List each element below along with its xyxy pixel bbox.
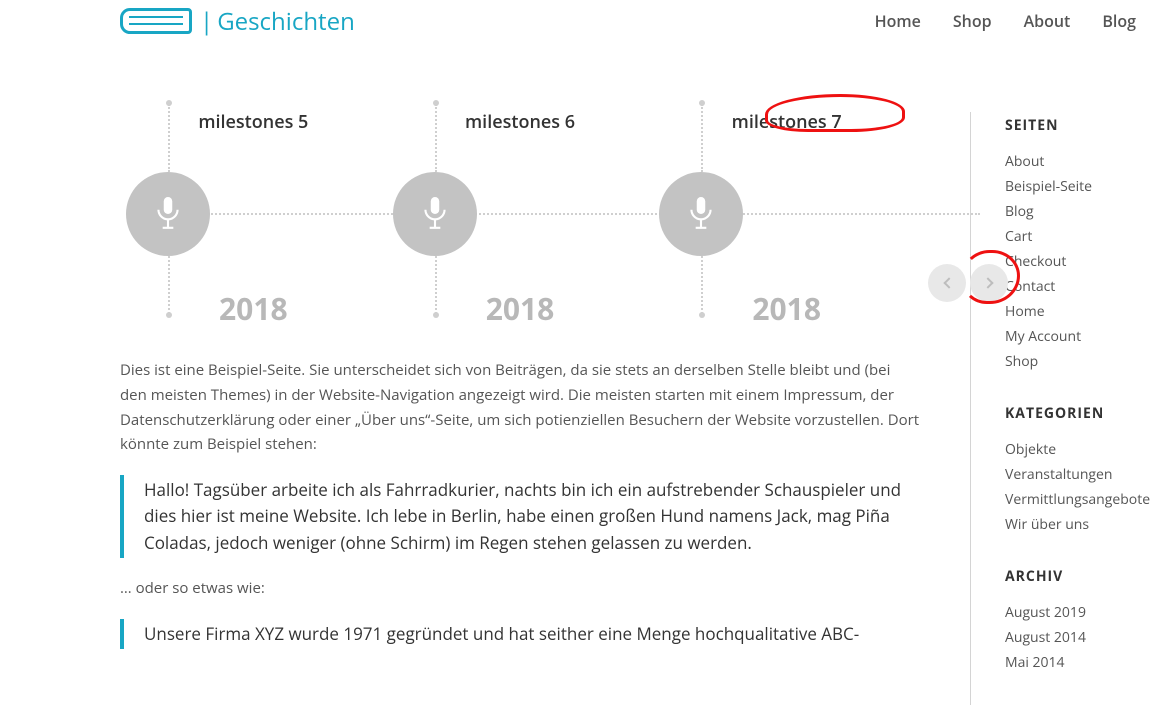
site-header: | Geschichten Home Shop About Blog [0, 0, 1152, 42]
milestone-title: milestones 7 [653, 110, 920, 134]
brand-name: Geschichten [217, 5, 355, 38]
sidebar-heading-archiv: ARCHIV [1005, 567, 1152, 586]
microphone-icon [155, 197, 181, 231]
sidebar-link[interactable]: Veranstaltungen [1005, 462, 1152, 487]
sidebar-link[interactable]: August 2014 [1005, 625, 1152, 650]
sidebar-list-kategorien: Objekte Veranstaltungen Vermittlungsange… [1005, 437, 1152, 537]
milestone-year: 2018 [120, 288, 387, 329]
sidebar-link[interactable]: Objekte [1005, 437, 1152, 462]
next-button[interactable] [970, 264, 1008, 302]
main-content: milestones 5 2018 milestones 6 [120, 112, 970, 705]
sidebar-link[interactable]: Mai 2014 [1005, 650, 1152, 675]
milestone-title: milestones 6 [387, 110, 654, 134]
sidebar-heading-seiten: SEITEN [1005, 116, 1152, 135]
microphone-icon [688, 197, 714, 231]
quote-2: Unsere Firma XYZ wurde 1971 gegründet un… [120, 619, 920, 649]
sidebar-link[interactable]: Wir über uns [1005, 512, 1152, 537]
milestone-circle [393, 172, 477, 256]
quote-1: Hallo! Tagsüber arbeite ich als Fahrradk… [120, 475, 920, 558]
sidebar-link[interactable]: Blog [1005, 199, 1152, 224]
intro-paragraph: Dies ist eine Beispiel-Seite. Sie unters… [120, 358, 920, 457]
sidebar-list-seiten: About Beispiel-Seite Blog Cart Checkout … [1005, 149, 1152, 374]
brand-separator: | [200, 5, 213, 38]
nav-home[interactable]: Home [859, 0, 937, 42]
sidebar-link[interactable]: Beispiel-Seite [1005, 174, 1152, 199]
milestone-circle [659, 172, 743, 256]
sidebar-heading-kategorien: KATEGORIEN [1005, 404, 1152, 423]
chevron-right-icon [982, 277, 993, 288]
chevron-left-icon [943, 277, 954, 288]
stem-icon [168, 104, 170, 172]
milestone-7[interactable]: milestones 7 2018 [653, 112, 920, 332]
stem-icon [701, 104, 703, 172]
milestone-title: milestones 5 [120, 110, 387, 134]
page-body: Dies ist eine Beispiel-Seite. Sie unters… [120, 358, 920, 649]
sidebar: SEITEN About Beispiel-Seite Blog Cart Ch… [970, 112, 1152, 705]
nav-shop[interactable]: Shop [937, 0, 1008, 42]
sidebar-link[interactable]: August 2019 [1005, 600, 1152, 625]
sidebar-link[interactable]: Vermittlungsangebote [1005, 487, 1152, 512]
main-nav: Home Shop About Blog [859, 0, 1152, 42]
bridge-text: … oder so etwas wie: [120, 576, 920, 601]
book-logo-icon [120, 8, 192, 34]
nav-blog[interactable]: Blog [1086, 0, 1152, 42]
milestone-year: 2018 [387, 288, 654, 329]
timeline: milestones 5 2018 milestones 6 [120, 112, 920, 332]
milestone-circle [126, 172, 210, 256]
sidebar-link[interactable]: Contact [1005, 274, 1152, 299]
microphone-icon [422, 197, 448, 231]
sidebar-link[interactable]: My Account [1005, 324, 1152, 349]
sidebar-link[interactable]: Cart [1005, 224, 1152, 249]
sidebar-link[interactable]: Home [1005, 299, 1152, 324]
nav-about[interactable]: About [1008, 0, 1087, 42]
prev-button[interactable] [928, 264, 966, 302]
sidebar-link[interactable]: Checkout [1005, 249, 1152, 274]
milestone-year: 2018 [653, 288, 920, 329]
milestone-6[interactable]: milestones 6 2018 [387, 112, 654, 332]
carousel-controls [928, 264, 1008, 302]
milestone-5[interactable]: milestones 5 2018 [120, 112, 387, 332]
brand[interactable]: | Geschichten [120, 5, 355, 38]
sidebar-link[interactable]: Shop [1005, 349, 1152, 374]
sidebar-list-archiv: August 2019 August 2014 Mai 2014 [1005, 600, 1152, 675]
sidebar-link[interactable]: About [1005, 149, 1152, 174]
stem-icon [435, 104, 437, 172]
